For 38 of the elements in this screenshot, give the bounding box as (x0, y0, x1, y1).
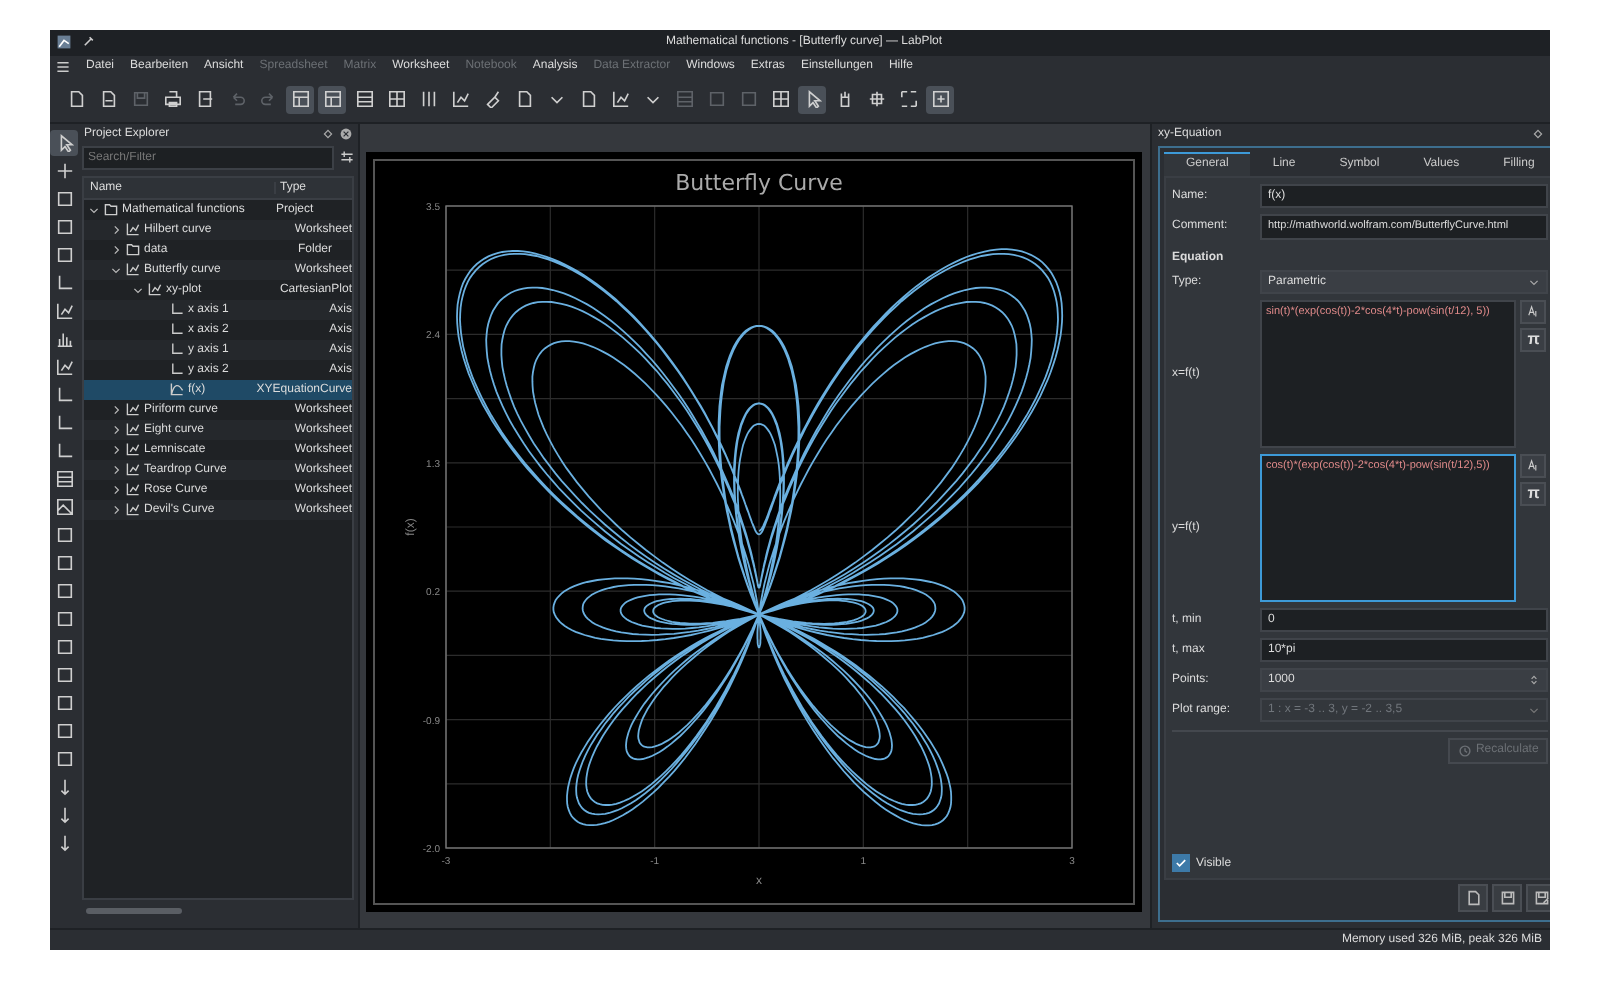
curve-icon (170, 382, 184, 397)
document-icon[interactable] (1458, 884, 1489, 913)
scrollbar-thumb[interactable] (86, 908, 182, 915)
zoom-icon[interactable] (926, 85, 954, 114)
folder-icon (126, 242, 140, 257)
pointer-icon[interactable] (798, 85, 826, 114)
chart-icon (126, 222, 140, 237)
spin-arrows-icon[interactable] (1528, 673, 1541, 686)
chart-icon (126, 262, 140, 277)
chart-title: Butterfly Curve (675, 169, 843, 196)
chart-icon (126, 482, 140, 497)
save-icon[interactable] (1492, 884, 1523, 913)
chart-icon (126, 402, 140, 417)
menu-icon[interactable] (56, 59, 70, 74)
float-icon[interactable] (322, 127, 334, 140)
folder-icon (104, 202, 118, 217)
chart-icon (126, 502, 140, 517)
constants-button[interactable]: π (1520, 327, 1547, 352)
save-as-icon[interactable] (1526, 884, 1550, 913)
filter-icon[interactable] (340, 150, 354, 165)
caret-icon[interactable] (1528, 275, 1541, 288)
float-icon[interactable] (1532, 127, 1545, 140)
clock-icon (1457, 743, 1472, 758)
chart-icon (126, 442, 140, 457)
constants-button[interactable]: π (1520, 481, 1547, 506)
function-icon[interactable] (1520, 453, 1547, 478)
chart-icon (148, 282, 162, 297)
chart-icon (126, 422, 140, 437)
pin-icon[interactable] (80, 34, 96, 51)
checkbox[interactable] (1172, 854, 1190, 873)
app-icon (56, 34, 72, 51)
panel-icon[interactable] (286, 85, 314, 114)
panel-icon[interactable] (318, 85, 346, 114)
pointer-icon[interactable] (50, 129, 78, 156)
function-icon[interactable] (1520, 299, 1547, 324)
close-icon[interactable] (340, 127, 352, 140)
chevron-down-icon[interactable] (88, 203, 100, 216)
chart-icon (126, 462, 140, 477)
